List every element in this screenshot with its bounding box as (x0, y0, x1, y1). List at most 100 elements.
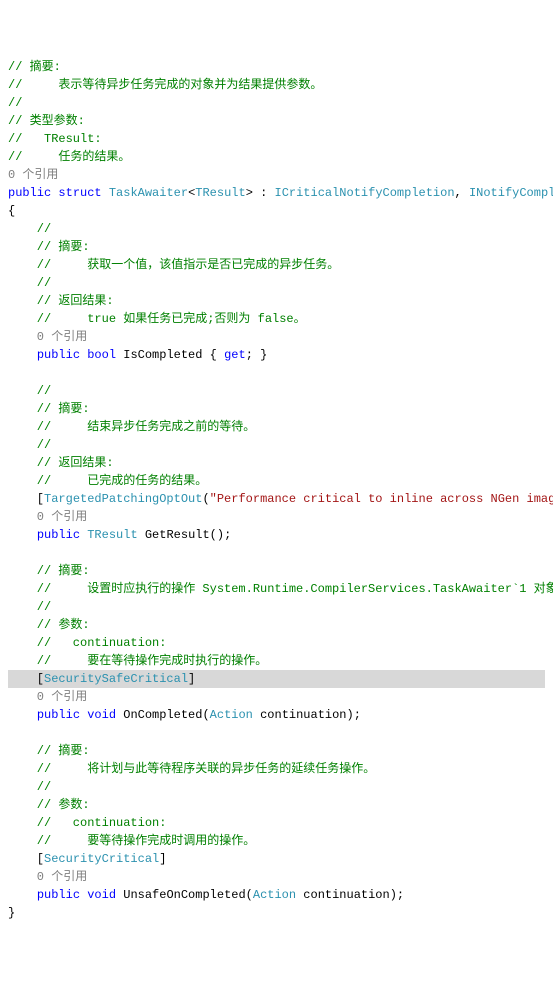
code-token: void (87, 888, 116, 902)
code-line: // 要等待操作完成时调用的操作。 (8, 832, 545, 850)
code-line: // 返回结果: (8, 292, 545, 310)
code-token: // 设置时应执行的操作 System.Runtime.CompilerServ… (8, 582, 553, 596)
code-line: 0 个引用 (8, 688, 545, 706)
code-token: // 要等待操作完成时调用的操作。 (8, 834, 255, 848)
code-line: 0 个引用 (8, 328, 545, 346)
code-token: 0 个引用 (8, 510, 87, 524)
code-token: IsCompleted { (116, 348, 224, 362)
code-token: , (455, 186, 469, 200)
code-line (8, 724, 545, 742)
code-line: 0 个引用 (8, 868, 545, 886)
code-line: // 表示等待异步任务完成的对象并为结果提供参数。 (8, 76, 545, 94)
code-token (80, 888, 87, 902)
code-token: // (8, 222, 51, 236)
code-line (8, 544, 545, 562)
code-token: GetResult(); (138, 528, 232, 542)
code-token (8, 888, 37, 902)
code-token: // TResult: (8, 132, 102, 146)
code-token: { (8, 204, 15, 218)
code-token: continuation); (296, 888, 404, 902)
code-token: [ (8, 672, 44, 686)
code-line: 0 个引用 (8, 166, 545, 184)
code-line: // (8, 382, 545, 400)
code-token: INotifyCompletion (469, 186, 553, 200)
code-line (8, 364, 545, 382)
code-line: // (8, 274, 545, 292)
code-token: struct (58, 186, 101, 200)
code-token: // 摘要: (8, 60, 61, 74)
code-token: // 类型参数: (8, 114, 85, 128)
code-line: [TargetedPatchingOptOut("Performance cri… (8, 490, 545, 508)
code-token: // true 如果任务已完成;否则为 false。 (8, 312, 306, 326)
code-line: // 摘要: (8, 400, 545, 418)
code-line: // 结束异步任务完成之前的等待。 (8, 418, 545, 436)
code-line: // 要在等待操作完成时执行的操作。 (8, 652, 545, 670)
code-token: } (8, 906, 15, 920)
code-token: bool (87, 348, 116, 362)
code-token: // (8, 384, 51, 398)
code-line: // 返回结果: (8, 454, 545, 472)
code-token: // 参数: (8, 618, 90, 632)
code-line: // 任务的结果。 (8, 148, 545, 166)
code-token: 0 个引用 (8, 330, 87, 344)
code-token (8, 708, 37, 722)
code-line: // 摘要: (8, 742, 545, 760)
code-token: void (87, 708, 116, 722)
code-token: ] (159, 852, 166, 866)
code-line: public bool IsCompleted { get; } (8, 346, 545, 364)
code-line: public struct TaskAwaiter<TResult> : ICr… (8, 184, 545, 202)
code-line: // 参数: (8, 616, 545, 634)
code-line: // TResult: (8, 130, 545, 148)
code-line: // continuation: (8, 814, 545, 832)
code-token: SecurityCritical (44, 852, 159, 866)
code-line: public void UnsafeOnCompleted(Action con… (8, 886, 545, 904)
code-token (8, 366, 15, 380)
code-line: // (8, 436, 545, 454)
code-line: // 摘要: (8, 58, 545, 76)
code-token: // 任务的结果。 (8, 150, 130, 164)
code-token: "Performance critical to inline across N… (210, 492, 553, 506)
code-token: ICriticalNotifyCompletion (275, 186, 455, 200)
code-token (8, 528, 37, 542)
code-line: 0 个引用 (8, 508, 545, 526)
code-token: Action (253, 888, 296, 902)
code-token: // 摘要: (8, 564, 90, 578)
code-token: // 摘要: (8, 240, 90, 254)
code-token: ] (188, 672, 195, 686)
code-line: // continuation: (8, 634, 545, 652)
code-token: [ (8, 852, 44, 866)
code-token (8, 348, 37, 362)
code-token: SecuritySafeCritical (44, 672, 188, 686)
code-line: // 已完成的任务的结果。 (8, 472, 545, 490)
code-line: public TResult GetResult(); (8, 526, 545, 544)
code-line: public void OnCompleted(Action continuat… (8, 706, 545, 724)
code-token: [ (8, 492, 44, 506)
code-line: // (8, 94, 545, 112)
code-token: 0 个引用 (8, 168, 58, 182)
code-block: // 摘要: // 表示等待异步任务完成的对象并为结果提供参数。 // // 类型参数… (8, 58, 545, 922)
code-token: Action (210, 708, 253, 722)
code-token: // 将计划与此等待程序关联的异步任务的延续任务操作。 (8, 762, 375, 776)
code-token (8, 726, 15, 740)
code-line: // 参数: (8, 796, 545, 814)
code-token (80, 528, 87, 542)
code-token: UnsafeOnCompleted( (116, 888, 253, 902)
code-token: ; } (246, 348, 268, 362)
code-token: public (37, 708, 80, 722)
code-line: // 将计划与此等待程序关联的异步任务的延续任务操作。 (8, 760, 545, 778)
code-line: // 类型参数: (8, 112, 545, 130)
code-token: public (37, 888, 80, 902)
code-token: public (37, 348, 80, 362)
code-token: public (37, 528, 80, 542)
code-token: public (8, 186, 51, 200)
code-token: // 要在等待操作完成时执行的操作。 (8, 654, 267, 668)
code-line: // true 如果任务已完成;否则为 false。 (8, 310, 545, 328)
code-token: // (8, 600, 51, 614)
code-token: // continuation: (8, 636, 166, 650)
code-token: // (8, 96, 22, 110)
code-token: // 表示等待异步任务完成的对象并为结果提供参数。 (8, 78, 322, 92)
code-token: // 返回结果: (8, 456, 114, 470)
code-line: // 摘要: (8, 562, 545, 580)
code-line: [SecuritySafeCritical] (8, 670, 545, 688)
code-token: continuation); (253, 708, 361, 722)
